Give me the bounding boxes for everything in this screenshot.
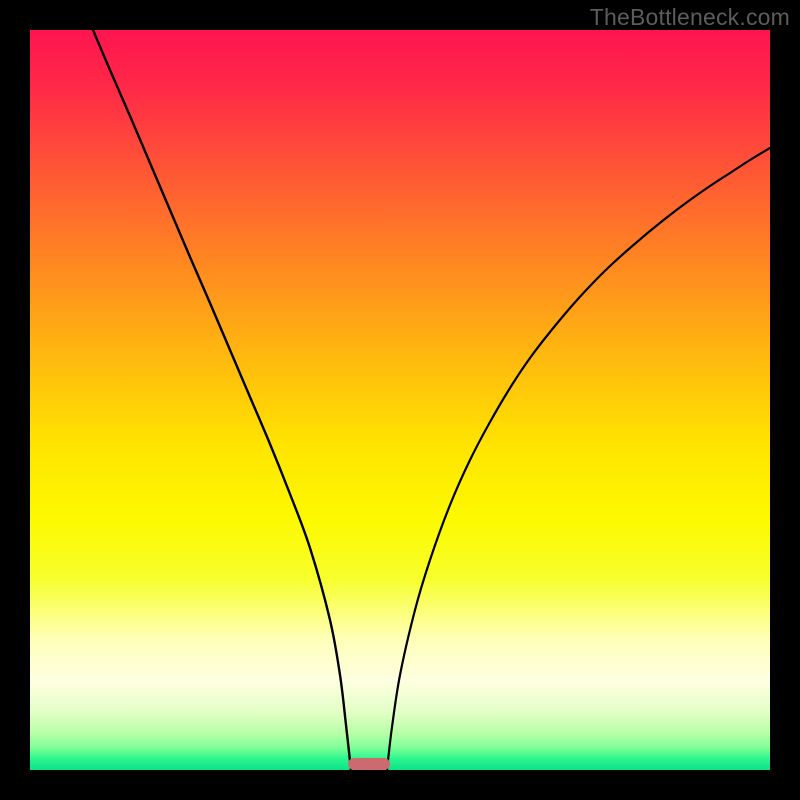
minimum-marker — [348, 758, 390, 770]
curve-left-branch — [93, 30, 351, 770]
watermark-text: TheBottleneck.com — [590, 4, 790, 31]
curve-right-branch — [387, 148, 770, 770]
plot-area — [30, 30, 770, 770]
curve-layer — [30, 30, 770, 770]
chart-frame: TheBottleneck.com — [0, 0, 800, 800]
